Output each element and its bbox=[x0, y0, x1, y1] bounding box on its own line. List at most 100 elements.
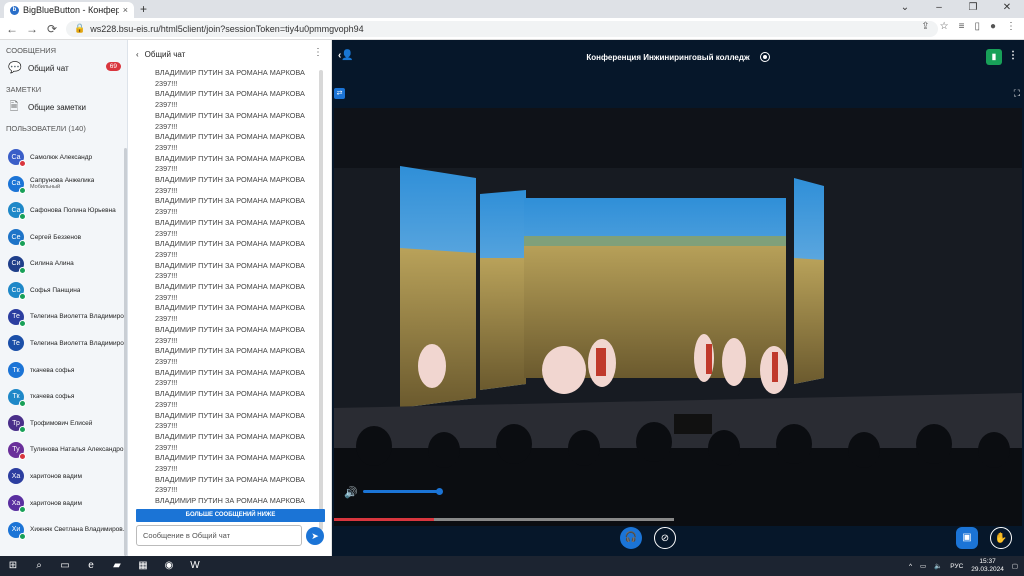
taskbar-clock[interactable]: 15:37 29.03.2024 bbox=[971, 558, 1004, 574]
clock-date: 29.03.2024 bbox=[971, 566, 1004, 573]
chat-message-line: 2397!!! bbox=[155, 78, 178, 88]
user-list-item[interactable]: Тк ткачева софья bbox=[0, 357, 124, 384]
chat-message-input[interactable]: Сообщение в Общий чат bbox=[136, 525, 302, 546]
shared-notes-item[interactable]: 🗎 Общие заметки bbox=[0, 96, 127, 118]
swap-layout-icon[interactable]: ⇄ bbox=[334, 88, 345, 99]
avatar: Тк bbox=[8, 388, 26, 407]
word-icon[interactable]: W bbox=[182, 556, 208, 576]
volume-slider[interactable] bbox=[363, 490, 440, 493]
presentation-toggle-button[interactable]: ▣ bbox=[956, 527, 978, 549]
chat-message-line: ВЛАДИМИР ПУТИН ЗА РОМАНА МАРКОВА bbox=[155, 239, 305, 249]
user-text: харитонов вадим bbox=[30, 500, 82, 507]
user-list-item[interactable]: Со Софья Панщина bbox=[0, 277, 124, 304]
user-list-item[interactable]: Те Телегина Виолетта Владимиро... bbox=[0, 330, 127, 357]
user-name: Телегина Виолетта Владимиро... bbox=[30, 339, 128, 347]
taskbar-search-icon[interactable]: ⌕ bbox=[26, 556, 52, 576]
user-list-item[interactable]: Хи Хижняк Светлана Владимиров... bbox=[0, 516, 127, 543]
meeting-options-icon[interactable]: ⋮ bbox=[1008, 50, 1018, 61]
user-status-icon bbox=[19, 506, 26, 514]
user-status-icon bbox=[19, 532, 26, 540]
raise-hand-button[interactable]: ✋ bbox=[990, 527, 1012, 549]
user-list-item[interactable]: Ха харитонов вадим bbox=[0, 490, 124, 517]
profile-icon[interactable]: ● bbox=[990, 21, 996, 32]
main-stage: ‹👤 Конференция Инжиниринговый колледж ▮ … bbox=[332, 40, 1024, 556]
user-list-item[interactable]: Са Сапрунова Анжелика Мобильный bbox=[0, 171, 124, 198]
user-list-item[interactable]: Са Сафонова Полина Юрьевна bbox=[0, 197, 124, 224]
windows-taskbar: ⊞ ⌕ ▭ e ▰ ▦ ◉ W ^ ▭ 🔈 РУС 15:37 29.03.20… bbox=[0, 556, 1024, 576]
maximize-button[interactable]: ❐ bbox=[956, 0, 990, 18]
headphones-audio-button[interactable]: 🎧 bbox=[620, 527, 642, 549]
user-list: Са Самолюк Александр Са Сапрунова Анжелика М… bbox=[0, 144, 127, 543]
volume-slider-knob[interactable] bbox=[436, 488, 443, 495]
public-chat-item[interactable]: 💬 Общий чат 69 bbox=[0, 57, 127, 79]
minimize-button[interactable]: – bbox=[922, 0, 956, 18]
reload-icon[interactable]: ⟳ bbox=[46, 22, 58, 36]
bookmark-star-icon[interactable]: ☆ bbox=[940, 21, 949, 32]
video-progress-fill bbox=[334, 518, 434, 521]
user-list-item[interactable]: Се Сергей Беззенов bbox=[0, 224, 124, 251]
edge-browser-icon[interactable]: e bbox=[78, 556, 104, 576]
back-arrow-icon[interactable]: ← bbox=[6, 22, 18, 36]
user-name: ткачева софья bbox=[30, 393, 75, 401]
sidepanel-icon[interactable]: ▯ bbox=[974, 21, 980, 32]
avatar-initials: Те bbox=[12, 339, 20, 347]
chat-message-line: 2397!!! bbox=[155, 207, 178, 217]
address-bar-row: ← → ⟳ 🔒 ws228.bsu-eis.ru/html5client/joi… bbox=[0, 18, 1024, 40]
share-icon[interactable]: ⇪ bbox=[921, 21, 929, 32]
user-list-item[interactable]: Са Самолюк Александр bbox=[0, 144, 124, 171]
chat-message-line: 2397!!! bbox=[155, 100, 178, 110]
video-progress-bar[interactable] bbox=[334, 518, 674, 521]
browser-tab[interactable]: b BigBlueButton - Конферен × bbox=[4, 2, 134, 18]
chat-message-line: 2397!!! bbox=[155, 228, 178, 238]
url-field[interactable]: 🔒 ws228.bsu-eis.ru/html5client/join?sess… bbox=[66, 20, 938, 37]
user-list-item[interactable]: Ту Тулинова Наталья Александро... bbox=[0, 437, 127, 464]
avatar-initials: Тр bbox=[12, 419, 20, 427]
send-message-button[interactable]: ➤ bbox=[306, 527, 324, 545]
user-list-scrollbar[interactable] bbox=[124, 148, 127, 556]
connection-status-icon[interactable]: ▮ bbox=[986, 49, 1002, 65]
tray-expand-icon[interactable]: ^ bbox=[909, 563, 912, 570]
tab-close-icon[interactable]: × bbox=[123, 5, 128, 15]
fullscreen-icon[interactable]: ⛶ bbox=[1014, 88, 1020, 99]
new-tab-button[interactable]: + bbox=[140, 2, 147, 16]
forward-arrow-icon[interactable]: → bbox=[26, 22, 38, 36]
browser-menu-icon[interactable]: ⋮ bbox=[1006, 21, 1016, 32]
share-webcam-button[interactable]: ⊘ bbox=[654, 527, 676, 549]
more-messages-button[interactable]: БОЛЬШЕ СООБЩЕНИЙ НИЖЕ bbox=[136, 509, 325, 522]
store-icon[interactable]: ▦ bbox=[130, 556, 156, 576]
chrome-icon[interactable]: ◉ bbox=[156, 556, 182, 576]
user-status-icon bbox=[19, 266, 26, 274]
user-device-label: Мобильный bbox=[30, 184, 61, 191]
task-view-icon[interactable]: ▭ bbox=[52, 556, 78, 576]
chat-message-line: 2397!!! bbox=[155, 485, 178, 495]
tab-search-button[interactable]: ⌄ bbox=[888, 0, 922, 18]
system-tray: ^ ▭ 🔈 РУС 15:37 29.03.2024 ▢ bbox=[909, 556, 1018, 576]
volume-icon[interactable]: 🔊 bbox=[344, 486, 358, 499]
chat-message-line: ВЛАДИМИР ПУТИН ЗА РОМАНА МАРКОВА bbox=[155, 175, 305, 185]
user-text: Трофимович Елисей bbox=[30, 420, 92, 427]
user-list-item[interactable]: Тр Трофимович Елисей bbox=[0, 410, 124, 437]
notifications-icon[interactable]: ▢ bbox=[1012, 562, 1018, 570]
chat-options-icon[interactable]: ⋮ bbox=[313, 47, 323, 58]
language-indicator[interactable]: РУС bbox=[950, 563, 963, 570]
speaker-icon[interactable]: 🔈 bbox=[934, 562, 942, 570]
reading-list-icon[interactable]: ≡ bbox=[959, 21, 965, 32]
close-window-button[interactable]: ✕ bbox=[990, 0, 1024, 18]
recording-indicator-icon[interactable] bbox=[759, 52, 770, 62]
chat-message-line: 2397!!! bbox=[155, 142, 178, 152]
url-text: ws228.bsu-eis.ru/html5client/join?sessio… bbox=[90, 23, 364, 34]
windows-start-icon[interactable]: ⊞ bbox=[0, 556, 26, 576]
user-text: Сапрунова Анжелика Мобильный bbox=[30, 177, 94, 190]
user-list-item[interactable]: Ха харитонов вадим bbox=[0, 463, 124, 490]
user-list-item[interactable]: Тк ткачева софья bbox=[0, 383, 124, 410]
chevron-left-icon[interactable]: ‹ bbox=[136, 50, 139, 59]
user-list-item[interactable]: Те Телегина Виолетта Владимиро... bbox=[0, 304, 127, 331]
file-explorer-icon[interactable]: ▰ bbox=[104, 556, 130, 576]
chat-message-line: 2397!!! bbox=[155, 442, 178, 452]
user-list-item[interactable]: Си Силина Алина bbox=[0, 250, 124, 277]
external-video-player[interactable] bbox=[334, 108, 1022, 526]
user-name: Силина Алина bbox=[30, 260, 74, 268]
user-list-toggle-icon[interactable]: ‹👤 bbox=[338, 50, 354, 61]
chat-scrollbar[interactable] bbox=[319, 70, 323, 530]
network-icon[interactable]: ▭ bbox=[920, 562, 926, 570]
